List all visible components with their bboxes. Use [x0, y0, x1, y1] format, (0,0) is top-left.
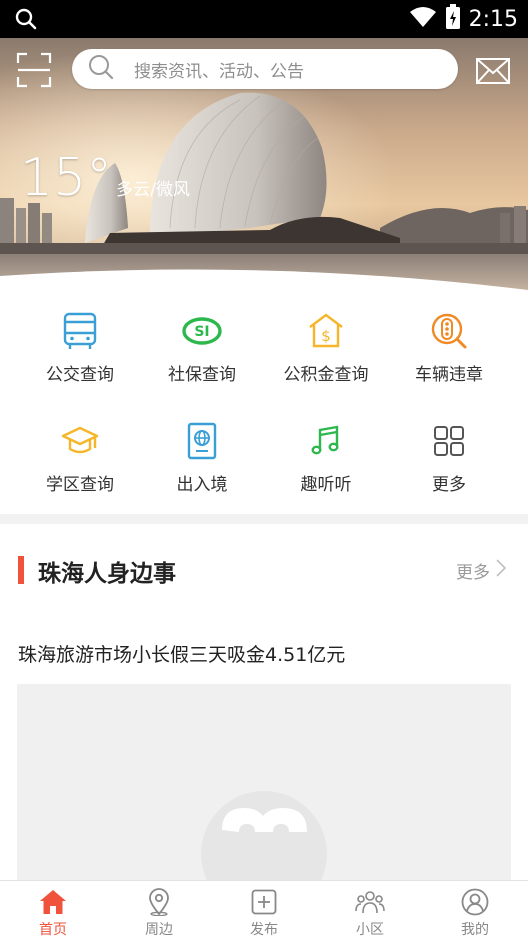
news-item-title[interactable]: 珠海旅游市场小长假三天吸金4.51亿元 [18, 640, 345, 667]
tab-label: 我的 [461, 922, 489, 938]
weather-temperature: 15° [20, 148, 113, 208]
service-bus-query[interactable]: 公交查询 [14, 312, 146, 385]
message-button[interactable] [476, 58, 510, 84]
service-label: 公积金查询 [283, 365, 369, 385]
section-accent-bar [18, 556, 24, 584]
tab-profile[interactable]: 我的 [422, 887, 528, 939]
service-more[interactable]: 更多 [383, 422, 515, 495]
chevron-right-icon [496, 559, 507, 582]
battery-icon [445, 4, 461, 34]
passport-icon [136, 422, 268, 460]
tab-label: 发布 [250, 922, 278, 938]
tab-label: 首页 [39, 922, 67, 938]
section-title: 珠海人身边事 [38, 561, 176, 587]
image-placeholder-icon [201, 791, 327, 884]
service-label: 车辆违章 [415, 365, 483, 385]
search-placeholder: 搜索资讯、活动、公告 [134, 61, 304, 82]
section-more-link[interactable]: 更多 [456, 558, 507, 583]
scan-icon [16, 52, 52, 88]
location-pin-icon [106, 887, 212, 917]
tab-label: 周边 [145, 922, 173, 938]
services-grid: 公交查询 SI 社保查询 $ 公积金查询 车辆违章 学区查询 出入境 趣听听 更… [0, 294, 528, 514]
service-label: 公交查询 [46, 365, 114, 385]
service-label: 更多 [432, 475, 466, 495]
app-screen: 2:15 搜索资讯、活动、公告 15° 多云/微风 公交查询 SI 社保查询 $… [0, 0, 528, 940]
news-image-placeholder[interactable] [17, 684, 511, 884]
hero-banner: 搜索资讯、活动、公告 15° 多云/微风 [0, 38, 528, 294]
traffic-light-icon [383, 312, 515, 350]
service-housing-fund[interactable]: $ 公积金查询 [260, 312, 392, 385]
service-label: 趣听听 [300, 475, 352, 495]
service-label: 学区查询 [46, 475, 114, 495]
community-icon [317, 887, 423, 917]
svg-text:$: $ [321, 327, 331, 345]
section-divider [0, 514, 528, 524]
service-label: 社保查询 [168, 365, 236, 385]
tab-home[interactable]: 首页 [0, 887, 106, 939]
service-vehicle-violation[interactable]: 车辆违章 [383, 312, 515, 385]
tab-publish[interactable]: 发布 [211, 887, 317, 939]
housing-fund-icon: $ [260, 312, 392, 350]
music-note-icon [260, 422, 392, 460]
search-status-icon [14, 7, 38, 35]
service-social-security[interactable]: SI 社保查询 [136, 312, 268, 385]
service-audio[interactable]: 趣听听 [260, 422, 392, 495]
scan-button[interactable] [16, 52, 52, 88]
bus-icon [14, 312, 146, 350]
social-security-icon: SI [136, 312, 268, 350]
service-school-district[interactable]: 学区查询 [14, 422, 146, 495]
svg-text:SI: SI [194, 324, 209, 340]
service-immigration[interactable]: 出入境 [136, 422, 268, 495]
more-label: 更多 [456, 563, 490, 583]
grid-icon [383, 422, 515, 460]
bottom-tab-bar: 首页 周边 发布 小区 我的 [0, 880, 528, 940]
plus-square-icon [211, 887, 317, 917]
search-bar[interactable]: 搜索资讯、活动、公告 [72, 49, 458, 89]
graduation-cap-icon [14, 422, 146, 460]
status-time: 2:15 [468, 6, 518, 32]
home-icon [0, 887, 106, 917]
user-icon [422, 887, 528, 917]
weather-widget[interactable]: 15° 多云/微风 [20, 152, 190, 204]
weather-description: 多云/微风 [116, 180, 190, 200]
section-header: 珠海人身边事 更多 [0, 540, 528, 600]
tab-community[interactable]: 小区 [317, 887, 423, 939]
search-icon [88, 54, 114, 84]
status-bar: 2:15 [0, 0, 528, 38]
wifi-icon [409, 6, 437, 32]
mail-icon [476, 58, 510, 84]
service-label: 出入境 [176, 475, 228, 495]
tab-nearby[interactable]: 周边 [106, 887, 212, 939]
tab-label: 小区 [356, 922, 384, 938]
